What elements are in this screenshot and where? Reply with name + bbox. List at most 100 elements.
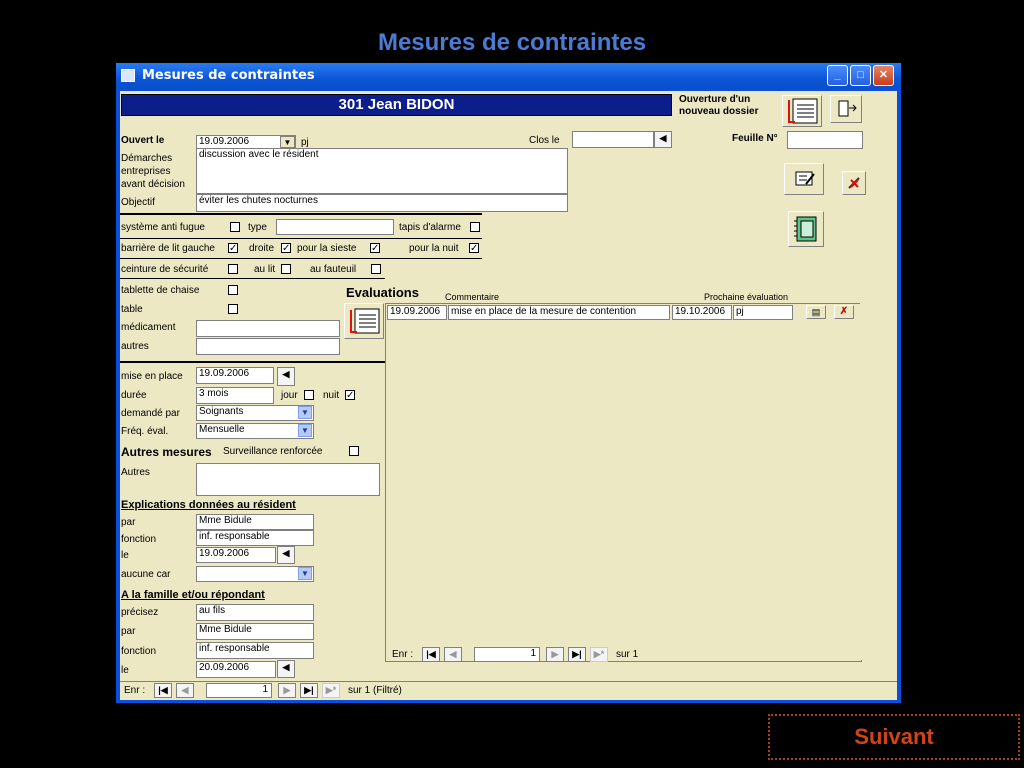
au-lit-checkbox[interactable] xyxy=(281,264,291,274)
eval-prev-record[interactable]: ◀ xyxy=(444,647,462,662)
delete-button[interactable] xyxy=(842,171,866,195)
par2-field[interactable]: Mme Bidule xyxy=(196,623,314,640)
precisez-field[interactable]: au fils xyxy=(196,604,314,621)
feuille-field[interactable] xyxy=(787,131,863,149)
fonction-field[interactable]: inf. responsable xyxy=(196,530,314,546)
demarches-label: Démarches entreprises avant décision xyxy=(121,153,185,190)
ceinture-checkbox[interactable] xyxy=(228,264,238,274)
exit-button[interactable] xyxy=(830,95,862,123)
nuit-checkbox-2[interactable]: ✓ xyxy=(345,390,355,401)
sieste-label: pour la sieste xyxy=(297,243,357,254)
chevron-down-icon[interactable]: ▼ xyxy=(298,406,312,419)
mise-en-place-label: mise en place xyxy=(121,371,183,382)
clos-le-button[interactable]: ◀ xyxy=(654,131,672,148)
nuit-label: pour la nuit xyxy=(409,243,459,254)
subform-blank-area xyxy=(386,321,860,645)
eval-record-number[interactable]: 1 xyxy=(474,647,540,662)
ouvert-le-dropdown[interactable]: ▼ xyxy=(280,136,295,148)
eval-date[interactable]: 19.09.2006 xyxy=(387,305,447,320)
barriere-checkbox[interactable]: ✓ xyxy=(228,243,238,254)
eval-last-record[interactable]: ▶| xyxy=(568,647,586,662)
evaluations-subform: 19.09.2006 mise en place de la mesure de… xyxy=(385,303,862,662)
au-fauteuil-checkbox[interactable] xyxy=(371,264,381,274)
nuit-checkbox[interactable]: ✓ xyxy=(469,243,479,254)
new-record-button[interactable]: ▶* xyxy=(322,683,340,698)
eval-next-record[interactable]: ▶ xyxy=(546,647,564,662)
eval-nav-total: sur 1 xyxy=(616,649,639,660)
next-slide-button[interactable]: Suivant xyxy=(768,714,1020,760)
freq-select[interactable]: Mensuelle xyxy=(196,423,314,439)
mise-en-place-button[interactable]: ◀ xyxy=(277,367,295,386)
aucune-select[interactable] xyxy=(196,566,314,582)
le2-field[interactable]: 20.09.2006 xyxy=(196,661,276,678)
prev-record-button[interactable]: ◀ xyxy=(176,683,194,698)
tablette-checkbox[interactable] xyxy=(228,285,238,295)
tapis-checkbox[interactable] xyxy=(470,222,480,232)
duree-label: durée xyxy=(121,390,147,401)
eval-first-record[interactable]: |◀ xyxy=(422,647,440,662)
last-record-button[interactable]: ▶| xyxy=(300,683,318,698)
close-button[interactable]: ✕ xyxy=(873,65,894,86)
medicament-field[interactable] xyxy=(196,320,340,337)
mise-en-place-field[interactable]: 19.09.2006 xyxy=(196,367,274,384)
surveillance-checkbox[interactable] xyxy=(349,446,359,456)
subform-scroll-area xyxy=(860,303,892,660)
eval-open-button[interactable]: ▤ xyxy=(806,305,826,319)
next-record-button[interactable]: ▶ xyxy=(278,683,296,698)
divider xyxy=(120,238,482,239)
le-button[interactable]: ◀ xyxy=(277,546,295,564)
new-record-icon xyxy=(350,308,380,334)
eval-new-record[interactable]: ▶* xyxy=(590,647,608,662)
chevron-down-icon[interactable]: ▼ xyxy=(298,424,312,437)
objectif-field[interactable]: éviter les chutes nocturnes xyxy=(196,194,568,212)
maximize-button[interactable]: □ xyxy=(850,65,871,86)
patient-header: 301 Jean BIDON xyxy=(121,94,672,116)
fonction2-field[interactable]: inf. responsable xyxy=(196,642,314,659)
ouvert-le-label: Ouvert le xyxy=(121,135,165,146)
eval-comment[interactable]: mise en place de la mesure de contention xyxy=(448,305,670,320)
fonction-label: fonction xyxy=(121,534,157,545)
duree-field[interactable]: 3 mois xyxy=(196,387,274,404)
divider xyxy=(120,213,482,215)
systeme-checkbox[interactable] xyxy=(230,222,240,232)
droite-checkbox[interactable]: ✓ xyxy=(281,243,291,254)
clos-le-field[interactable] xyxy=(572,131,654,148)
par-field[interactable]: Mme Bidule xyxy=(196,514,314,530)
type-field[interactable] xyxy=(276,219,394,235)
le2-button[interactable]: ◀ xyxy=(277,660,295,678)
type-label: type xyxy=(248,222,267,233)
eval-next[interactable]: 19.10.2006 xyxy=(672,305,732,320)
sieste-checkbox[interactable]: ✓ xyxy=(370,243,380,254)
aucune-label: aucune car xyxy=(121,569,171,580)
eval-pj[interactable]: pj xyxy=(733,305,793,320)
surveillance-label: Surveillance renforcée xyxy=(223,446,323,457)
le-field[interactable]: 19.09.2006 xyxy=(196,547,276,563)
minimize-button[interactable]: _ xyxy=(827,65,848,86)
chevron-down-icon[interactable]: ▼ xyxy=(298,567,312,580)
new-file-button[interactable] xyxy=(782,95,822,127)
table-checkbox[interactable] xyxy=(228,304,238,314)
main-record-number[interactable]: 1 xyxy=(206,683,272,698)
edit-button[interactable] xyxy=(784,163,824,195)
feuille-label: Feuille N° xyxy=(732,133,778,144)
divider xyxy=(120,278,385,279)
eval-delete-button[interactable]: ✗ xyxy=(834,305,854,319)
new-evaluation-button[interactable] xyxy=(344,303,384,339)
freq-label: Fréq. éval. xyxy=(121,426,169,437)
jour-checkbox[interactable] xyxy=(304,390,314,400)
autres2-field[interactable] xyxy=(196,463,380,496)
notebook-button[interactable] xyxy=(788,211,824,247)
objectif-label: Objectif xyxy=(121,197,155,208)
divider xyxy=(120,361,385,363)
divider xyxy=(120,258,482,259)
first-record-button[interactable]: |◀ xyxy=(154,683,172,698)
demarches-field[interactable]: discussion avec le résident xyxy=(196,148,568,194)
systeme-label: système anti fugue xyxy=(121,222,205,233)
medicament-label: médicament xyxy=(121,322,176,333)
window-titlebar[interactable]: Mesures de contraintes _ □ ✕ xyxy=(116,63,901,89)
explications-label: Explications données au résident xyxy=(121,499,296,511)
au-fauteuil-label: au fauteuil xyxy=(310,264,357,275)
main-nav-label: Enr : xyxy=(124,685,146,696)
autres-field[interactable] xyxy=(196,338,340,355)
demande-select[interactable]: Soignants xyxy=(196,405,314,421)
